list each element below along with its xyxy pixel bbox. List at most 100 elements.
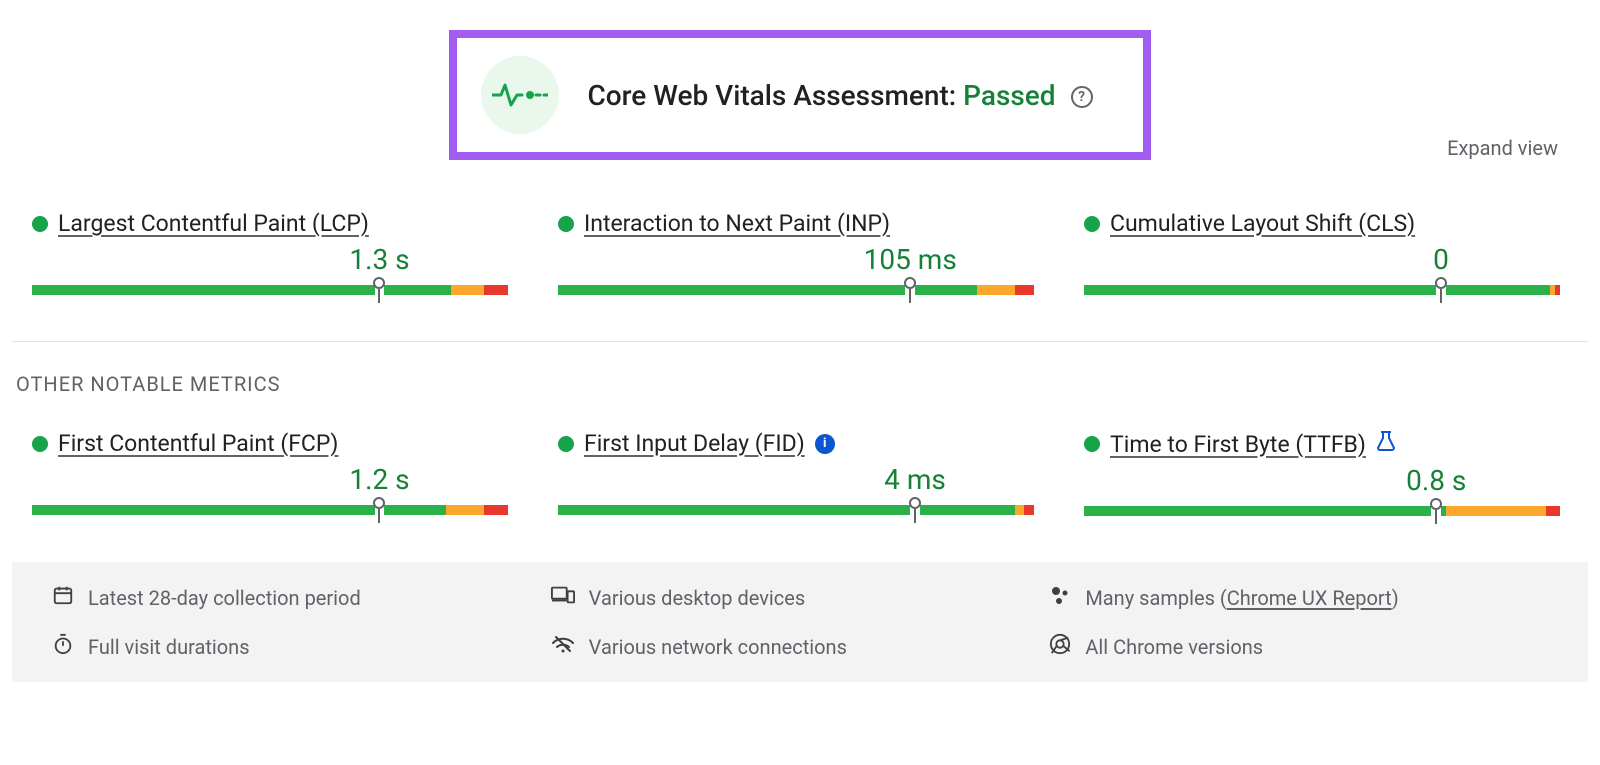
bar-segment-green-tail (915, 285, 977, 295)
bar-segment-red (1555, 285, 1560, 295)
footer-chrome-text: All Chrome versions (1085, 635, 1263, 659)
metric-card: Time to First Byte (TTFB) 0.8 s (1084, 430, 1560, 516)
bar-segment-green-tail (1446, 285, 1551, 295)
metric-bar-wrap (1084, 472, 1560, 516)
footer-samples-text: Many samples (Chrome UX Report) (1085, 586, 1398, 610)
status-dot (1084, 216, 1100, 232)
footer-collection-period: Latest 28-day collection period (52, 584, 551, 611)
footer-durations: Full visit durations (52, 633, 551, 660)
help-icon[interactable]: ? (1071, 86, 1093, 108)
bar-segment-orange (1446, 506, 1546, 516)
bar-segment-orange (977, 285, 1015, 295)
metric-name-link[interactable]: Interaction to Next Paint (INP) (584, 210, 890, 237)
metric-header: Largest Contentful Paint (LCP) (32, 210, 508, 237)
bar-segment-red (1015, 285, 1034, 295)
status-dot (32, 436, 48, 452)
metric-body: 0.8 s (1084, 472, 1560, 516)
distribution-bar (1084, 285, 1560, 295)
bar-segment-red (484, 285, 508, 295)
status-dot (1084, 436, 1100, 452)
samples-icon (1049, 584, 1071, 611)
metric-name-link[interactable]: First Input Delay (FID) (584, 430, 805, 457)
metric-body: 4 ms (558, 471, 1034, 515)
metric-name-link[interactable]: First Contentful Paint (FCP) (58, 430, 338, 457)
info-icon[interactable]: i (815, 434, 835, 454)
bar-segment-red (1024, 505, 1034, 515)
bar-segment-green-main (558, 505, 910, 515)
bar-segment-green-main (1084, 285, 1436, 295)
metric-body: 0 (1084, 251, 1560, 295)
metric-bar-wrap (32, 471, 508, 515)
status-dot (32, 216, 48, 232)
calendar-icon (52, 584, 74, 611)
footer-network: Various network connections (551, 633, 1050, 660)
expand-view-link[interactable]: Expand view (1447, 136, 1558, 160)
metric-card: Cumulative Layout Shift (CLS) 0 (1084, 210, 1560, 295)
metric-card: First Contentful Paint (FCP) 1.2 s (32, 430, 508, 516)
footer-collection-text: Latest 28-day collection period (88, 586, 361, 610)
footer-devices: Various desktop devices (551, 584, 1050, 611)
footer-samples: Many samples (Chrome UX Report) (1049, 584, 1548, 611)
bar-marker (1435, 277, 1447, 289)
other-metrics-row: First Contentful Paint (FCP) 1.2 s First I… (12, 430, 1588, 516)
bar-segment-red (1546, 506, 1560, 516)
bar-segment-green-main (1084, 506, 1431, 516)
metric-card: Interaction to Next Paint (INP) 105 ms (558, 210, 1034, 295)
metric-body: 1.2 s (32, 471, 508, 515)
metric-name-link[interactable]: Time to First Byte (TTFB) (1110, 431, 1366, 458)
metric-card: First Input Delay (FID) i 4 ms (558, 430, 1034, 516)
metric-bar-wrap (1084, 251, 1560, 295)
bar-segment-green-main (558, 285, 905, 295)
bar-segment-green-tail (920, 505, 1015, 515)
metric-header: Cumulative Layout Shift (CLS) (1084, 210, 1560, 237)
bar-segment-green-main (32, 505, 375, 515)
other-metrics-heading: OTHER NOTABLE METRICS (16, 372, 1588, 396)
metric-header: Time to First Byte (TTFB) (1084, 430, 1560, 458)
bar-marker (909, 497, 921, 509)
bar-marker (1430, 498, 1442, 510)
metric-body: 105 ms (558, 251, 1034, 295)
footer-chrome: All Chrome versions (1049, 633, 1548, 660)
distribution-bar (32, 285, 508, 295)
cwv-assessment-box: Core Web Vitals Assessment: Passed ? (449, 30, 1150, 160)
metric-bar-wrap (32, 251, 508, 295)
metric-bar-wrap (558, 471, 1034, 515)
stopwatch-icon (52, 633, 74, 660)
status-dot (558, 216, 574, 232)
bar-segment-orange (1015, 505, 1025, 515)
metric-header: First Input Delay (FID) i (558, 430, 1034, 457)
metric-header: Interaction to Next Paint (INP) (558, 210, 1034, 237)
bar-marker (373, 497, 385, 509)
bar-segment-green-tail (384, 285, 451, 295)
metric-header: First Contentful Paint (FCP) (32, 430, 508, 457)
metric-name-link[interactable]: Cumulative Layout Shift (CLS) (1110, 210, 1415, 237)
bar-marker (904, 277, 916, 289)
metric-body: 1.3 s (32, 251, 508, 295)
footer-durations-text: Full visit durations (88, 635, 250, 659)
bar-segment-orange (446, 505, 484, 515)
network-icon (551, 634, 575, 659)
status-dot (558, 436, 574, 452)
vitals-pulse-icon (481, 56, 559, 134)
devices-icon (551, 584, 575, 611)
assessment-text: Core Web Vitals Assessment: Passed ? (587, 79, 1092, 112)
flask-icon (1376, 430, 1396, 458)
chrome-ux-report-link[interactable]: Chrome UX Report (1227, 586, 1392, 610)
bar-segment-red (484, 505, 508, 515)
bar-marker (373, 277, 385, 289)
metric-bar-wrap (558, 251, 1034, 295)
footer-devices-text: Various desktop devices (589, 586, 806, 610)
footer-network-text: Various network connections (589, 635, 847, 659)
bar-segment-orange (451, 285, 484, 295)
assessment-label: Core Web Vitals Assessment: (587, 79, 956, 112)
core-metrics-row: Largest Contentful Paint (LCP) 1.3 s Inter… (12, 210, 1588, 295)
bar-segment-green-tail (384, 505, 446, 515)
distribution-bar (32, 505, 508, 515)
distribution-bar (558, 285, 1034, 295)
distribution-bar (558, 505, 1034, 515)
chrome-icon (1049, 633, 1071, 660)
distribution-bar (1084, 506, 1560, 516)
metadata-footer: Latest 28-day collection period Various … (12, 562, 1588, 682)
bar-segment-green-main (32, 285, 375, 295)
metric-name-link[interactable]: Largest Contentful Paint (LCP) (58, 210, 369, 237)
